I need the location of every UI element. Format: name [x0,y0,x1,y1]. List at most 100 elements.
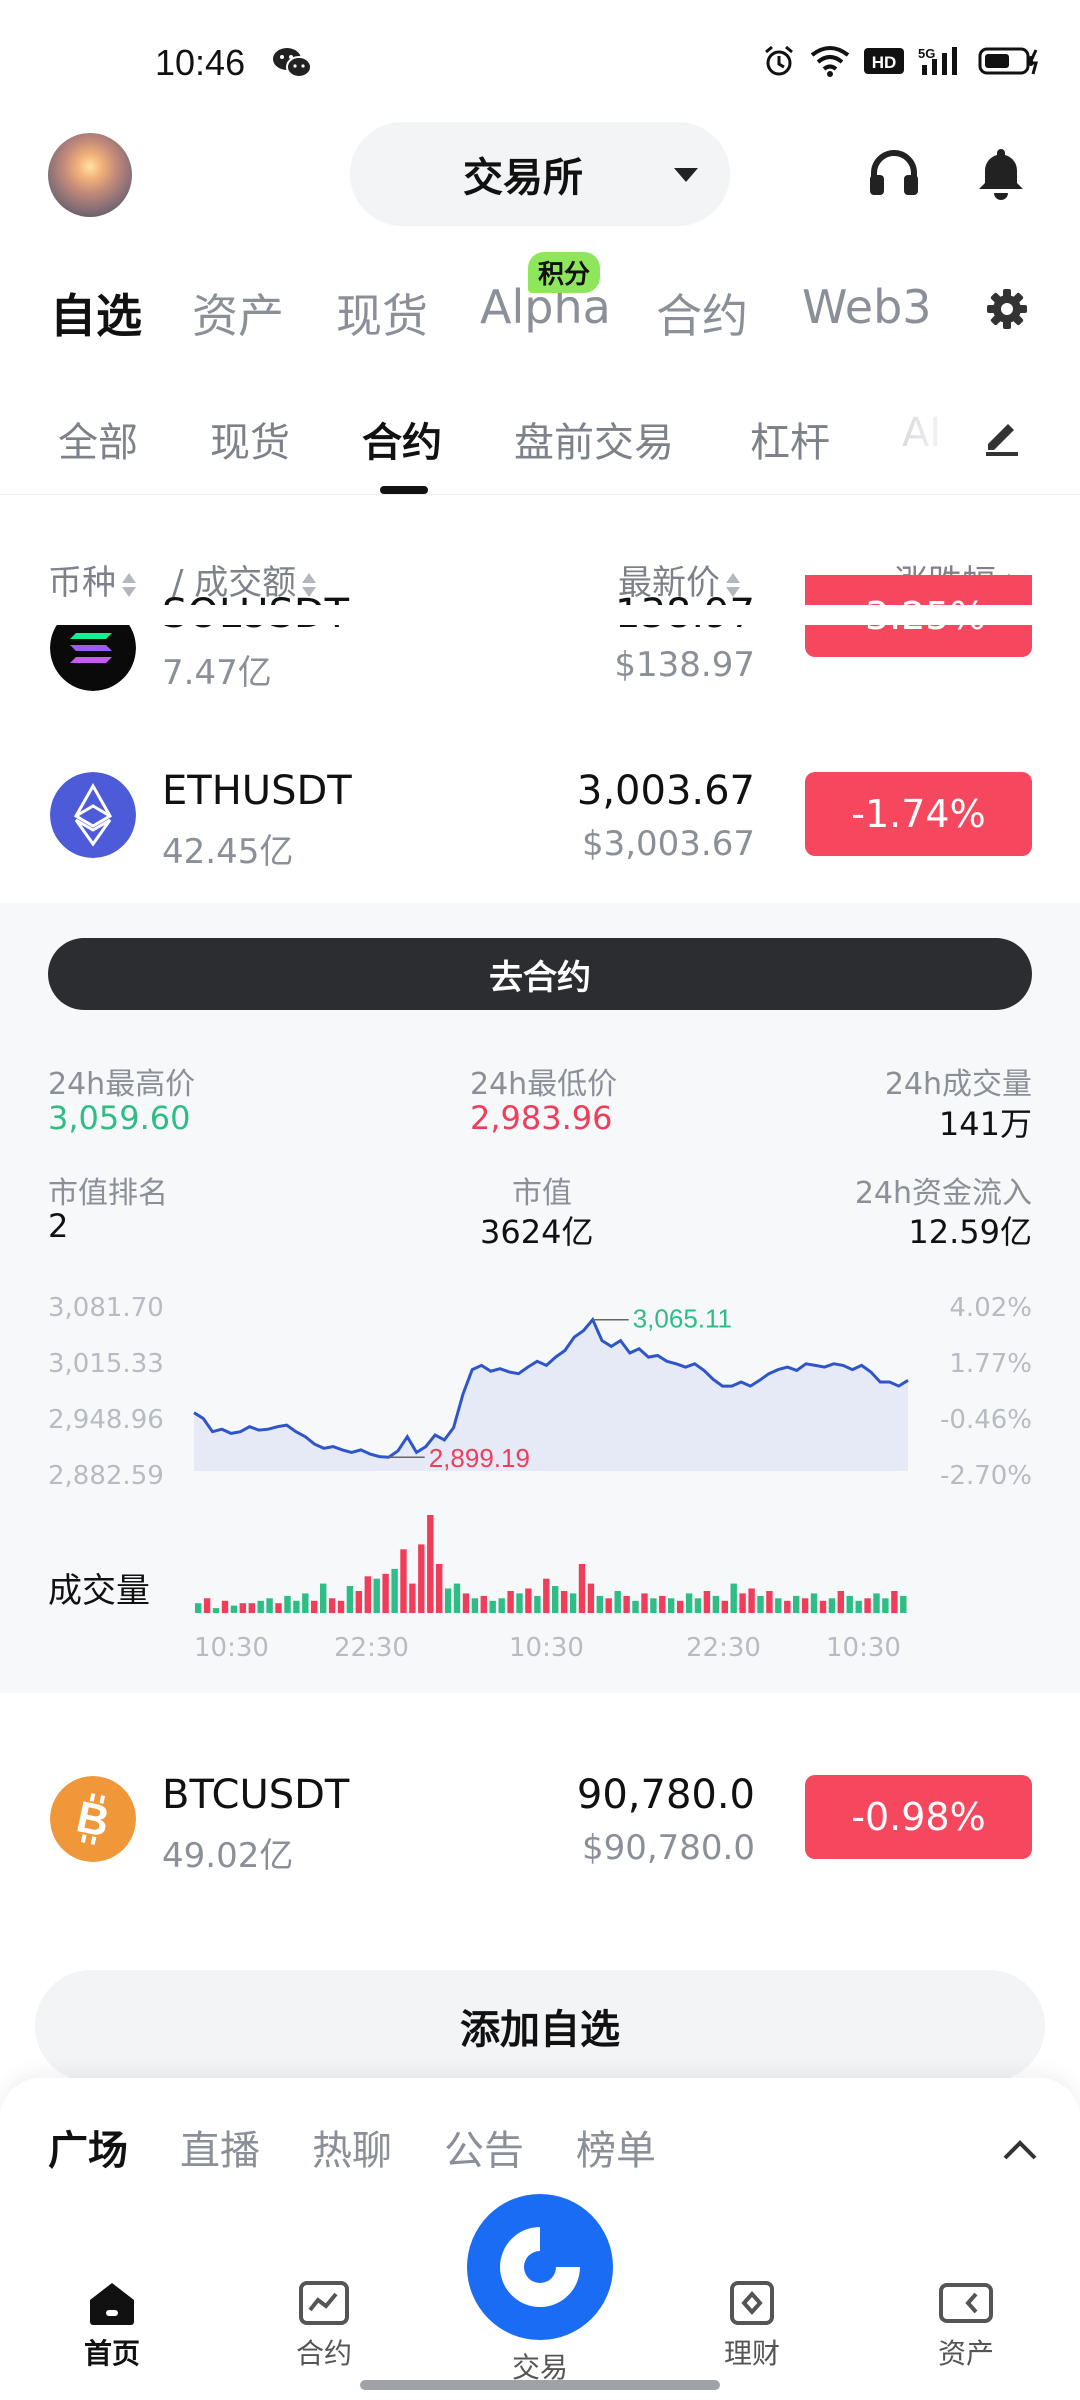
volume-bar [221,1600,229,1614]
x-tick: 22:30 [334,1633,409,1663]
volume-bar [855,1600,862,1614]
table-row[interactable]: SOLUSDT 7.47亿 138.97 $138.97 -3.25% [0,575,1080,695]
subtab-spot[interactable]: 现货 [210,410,290,468]
signal-5g-icon: 5G [918,46,957,75]
subtab-all[interactable]: 全部 [58,410,138,468]
feed-tab-square[interactable]: 广场 [48,2118,128,2176]
tab-web3[interactable]: Web3 [802,280,932,334]
tab-spot[interactable]: 现货 [336,280,428,346]
pair-volume: 7.47亿 [162,653,272,693]
volume-bar [507,1591,514,1614]
tab-assets[interactable]: 资产 [192,280,284,346]
change-badge[interactable]: -0.98% [805,1775,1032,1859]
volume-bar [382,1573,389,1613]
points-badge: 积分 [528,252,601,293]
status-time: 10:46 [155,42,246,83]
bell-icon[interactable] [973,145,1029,201]
volume-bar [587,1583,595,1613]
trade-button[interactable] [467,2194,613,2340]
earn-icon [730,2281,774,2325]
eth-icon [50,772,136,858]
volume-bar [311,1600,318,1614]
volume-bar [400,1549,407,1613]
volume-bar [364,1576,371,1614]
volume-bar [230,1605,238,1613]
alarm-icon [765,45,793,76]
volume-bar [212,1608,220,1613]
volume-bar [320,1583,327,1613]
hd-icon: HD [864,48,904,74]
volume-bar [596,1595,603,1613]
gear-icon[interactable] [985,287,1029,331]
price-area [194,1319,908,1471]
volume-bar [373,1578,380,1613]
caret-down-icon [674,168,698,182]
table-row[interactable]: B BTCUSDT 49.02亿 90,780.0 $90,780.0 -0.9… [0,1742,1080,1892]
volume-bar [837,1591,844,1614]
edit-icon[interactable] [980,414,1024,458]
last-price: 90,780.0 [576,1772,755,1818]
subtab-futures[interactable]: 合约 [362,410,442,468]
pair-volume: 42.45亿 [162,832,294,872]
volume-bar [543,1578,550,1613]
nav-label: 资产 [937,2337,994,2370]
user-avatar[interactable] [48,133,132,217]
volume-bar [721,1600,728,1614]
subtab-premarket[interactable]: 盘前交易 [514,410,674,468]
volume-bar [453,1583,461,1613]
pair-volume: 49.02亿 [162,1836,294,1876]
last-price: 3,003.67 [576,768,755,814]
table-row[interactable]: ETHUSDT 42.45亿 3,003.67 $3,003.67 -1.74% [0,740,1080,890]
volume-bar [703,1591,711,1614]
volume-bar [775,1598,782,1613]
volume-bar [685,1593,693,1613]
nav-home[interactable]: 首页 [52,2280,172,2372]
x-tick: 10:30 [194,1633,269,1663]
nav-futures[interactable]: 合约 [264,2280,384,2372]
volume-bar [444,1588,452,1613]
volume-bar [239,1603,246,1613]
volume-bar [418,1544,425,1613]
volume-bar [659,1595,666,1613]
volume-bar [891,1591,898,1614]
volume-bar [427,1515,434,1613]
feed-tab-hot[interactable]: 热聊 [312,2118,392,2176]
add-to-watchlist-button[interactable]: 添加自选 [35,1970,1045,2082]
feed-tab-rankings[interactable]: 榜单 [576,2118,656,2176]
price-line-chart[interactable]: 3,065.11 2,899.19 [0,903,1080,1693]
volume-bar [730,1583,737,1613]
volume-bar [712,1595,720,1613]
low-marker-label: 2,899.19 [429,1443,530,1473]
status-bar: 10:46 HD 5G [0,0,1080,130]
nav-earn[interactable]: 理财 [692,2280,812,2372]
volume-bar [900,1595,907,1613]
x-tick: 22:30 [686,1633,761,1663]
volume-bar [328,1598,336,1613]
exchange-switcher[interactable]: 交易所 [350,122,730,226]
chevron-up-icon[interactable] [1002,2138,1038,2162]
tab-futures[interactable]: 合约 [656,280,748,346]
volume-bar [614,1591,621,1614]
headset-icon[interactable] [866,145,922,201]
change-badge[interactable]: -1.74% [805,772,1032,856]
volume-label: 成交量 [48,1571,150,1611]
volume-bar [525,1588,532,1613]
exchange-label: 交易所 [463,155,583,201]
volume-bar [203,1598,211,1613]
volume-bar [284,1595,291,1613]
pair-symbol: BTCUSDT [162,1772,350,1818]
header-mask [0,605,1080,625]
tab-watchlist[interactable]: 自选 [50,280,142,346]
volume-bar [739,1593,746,1613]
nav-assets[interactable]: 资产 [906,2280,1026,2372]
volume-bar [302,1593,309,1613]
volume-bar [462,1593,470,1613]
subtab-margin[interactable]: 杠杆 [750,410,830,468]
volume-bar [498,1598,505,1613]
feed-tab-live[interactable]: 直播 [180,2118,260,2176]
volume-bar [391,1568,398,1613]
feed-tab-announcements[interactable]: 公告 [444,2118,524,2176]
volume-bar [552,1586,559,1613]
nav-label: 理财 [723,2337,780,2370]
volume-bar [819,1600,827,1614]
